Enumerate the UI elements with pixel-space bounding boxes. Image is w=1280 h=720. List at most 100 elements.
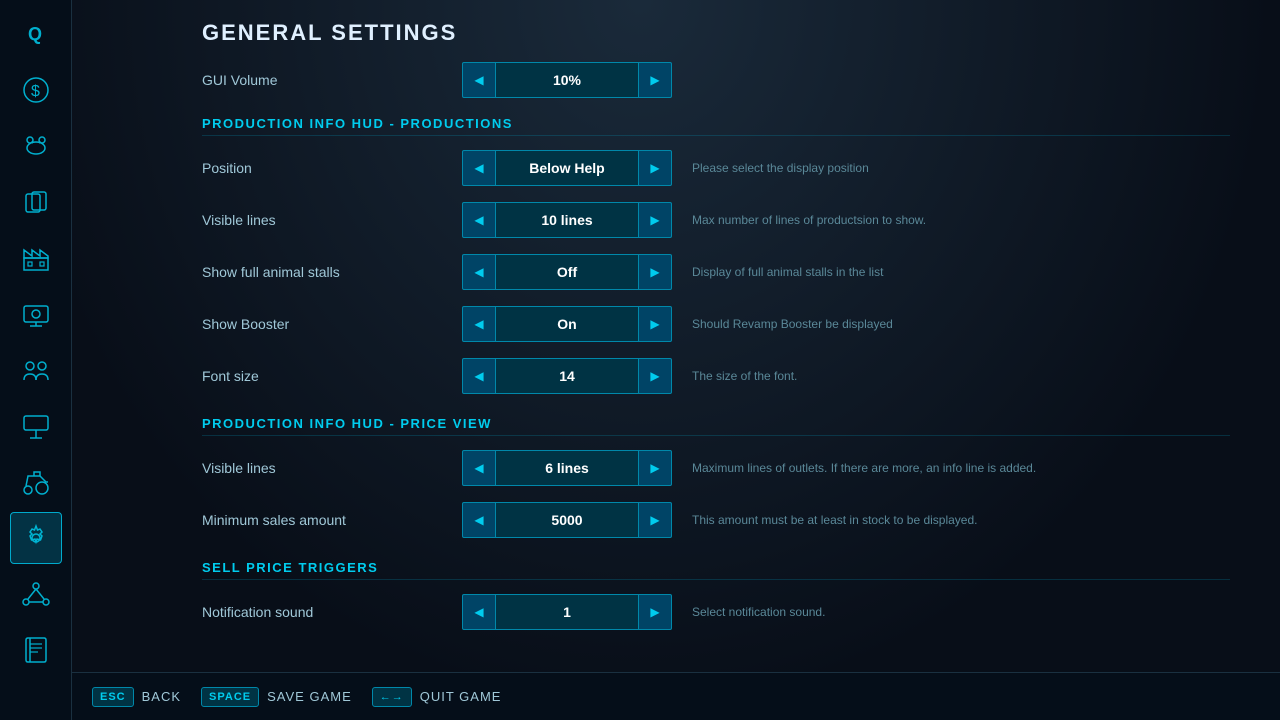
gui-volume-increase-button[interactable]: ▶ [638,62,672,98]
settings-icon [20,522,52,554]
show-booster-increase-button[interactable]: ▶ [638,306,672,342]
position-label: Position [202,160,462,176]
font-size-label: Font size [202,368,462,384]
position-description: Please select the display position [692,161,1230,175]
visible-lines-description: Max number of lines of productsion to sh… [692,213,1230,227]
font-size-decrease-button[interactable]: ◀ [462,358,496,394]
save-game-button[interactable]: SPACE SAVE GAME [201,687,352,707]
sidebar-item-q[interactable]: Q [10,8,62,60]
notification-sound-label: Notification sound [202,604,462,620]
arrow-right-icon: ▶ [650,317,659,331]
space-key-badge: SPACE [201,687,259,707]
notification-sound-row: Notification sound ◀ 1 ▶ Select notifica… [202,590,1230,634]
show-booster-description: Should Revamp Booster be displayed [692,317,1230,331]
arrow-right-icon: ▶ [650,461,659,475]
esc-key-badge: ESC [92,687,134,707]
arrow-right-icon: ▶ [650,605,659,619]
section-header-sell-price: SELL PRICE TRIGGERS [202,560,1230,580]
gui-volume-decrease-button[interactable]: ◀ [462,62,496,98]
arrow-right-icon: ▶ [650,73,659,87]
visible-lines-price-decrease-button[interactable]: ◀ [462,450,496,486]
gui-volume-control: ◀ 10% ▶ [462,62,672,98]
arrow-left-icon: ◀ [474,513,483,527]
gui-volume-value: 10% [496,62,638,98]
sidebar-item-factory[interactable] [10,232,62,284]
sidebar-item-settings[interactable] [10,512,62,564]
sidebar-item-animals[interactable] [10,120,62,172]
animal-stalls-description: Display of full animal stalls in the lis… [692,265,1230,279]
visible-lines-label: Visible lines [202,212,462,228]
back-button[interactable]: ESC BACK [92,687,181,707]
arrow-left-icon: ◀ [474,265,483,279]
sidebar: Q $ [0,0,72,720]
visible-lines-increase-button[interactable]: ▶ [638,202,672,238]
visible-lines-price-increase-button[interactable]: ▶ [638,450,672,486]
back-label: BACK [142,689,181,704]
min-sales-increase-button[interactable]: ▶ [638,502,672,538]
show-booster-decrease-button[interactable]: ◀ [462,306,496,342]
position-row: Position ◀ Below Help ▶ Please select th… [202,146,1230,190]
animal-stalls-value: Off [496,254,638,290]
sidebar-item-network[interactable] [10,568,62,620]
arrow-left-icon: ◀ [474,161,483,175]
sidebar-item-dollar[interactable]: $ [10,64,62,116]
show-booster-control: ◀ On ▶ [462,306,672,342]
bottom-bar: ESC BACK SPACE SAVE GAME ←→ QUIT GAME [72,672,1280,720]
quit-game-button[interactable]: ←→ QUIT GAME [372,687,502,707]
q-icon: Q [20,18,52,50]
dollar-icon: $ [20,74,52,106]
font-size-increase-button[interactable]: ▶ [638,358,672,394]
sidebar-item-billboard[interactable] [10,400,62,452]
position-increase-button[interactable]: ▶ [638,150,672,186]
min-sales-row: Minimum sales amount ◀ 5000 ▶ This amoun… [202,498,1230,542]
arrow-right-icon: ▶ [650,161,659,175]
arrow-right-icon: ▶ [650,213,659,227]
visible-lines-price-label: Visible lines [202,460,462,476]
visible-lines-price-row: Visible lines ◀ 6 lines ▶ Maximum lines … [202,446,1230,490]
section-header-productions: PRODUCTION INFO HUD - PRODUCTIONS [202,116,1230,136]
sidebar-item-cards[interactable] [10,176,62,228]
animal-stalls-label: Show full animal stalls [202,264,462,280]
notification-sound-control: ◀ 1 ▶ [462,594,672,630]
notification-sound-increase-button[interactable]: ▶ [638,594,672,630]
position-decrease-button[interactable]: ◀ [462,150,496,186]
min-sales-control: ◀ 5000 ▶ [462,502,672,538]
sidebar-item-tractor[interactable] [10,456,62,508]
visible-lines-control: ◀ 10 lines ▶ [462,202,672,238]
page-title: GENERAL SETTINGS [202,20,1250,46]
font-size-row: Font size ◀ 14 ▶ The size of the font. [202,354,1230,398]
min-sales-description: This amount must be at least in stock to… [692,513,1230,527]
section-header-price-view: PRODUCTION INFO HUD - PRICE VIEW [202,416,1230,436]
notification-sound-decrease-button[interactable]: ◀ [462,594,496,630]
quit-game-label: QUIT GAME [420,689,502,704]
sidebar-item-book[interactable] [10,624,62,676]
sidebar-item-team[interactable] [10,344,62,396]
font-size-value: 14 [496,358,638,394]
animal-stalls-increase-button[interactable]: ▶ [638,254,672,290]
visible-lines-value: 10 lines [496,202,638,238]
animal-stalls-control: ◀ Off ▶ [462,254,672,290]
animal-stalls-decrease-button[interactable]: ◀ [462,254,496,290]
min-sales-value: 5000 [496,502,638,538]
tractor-icon [20,466,52,498]
min-sales-decrease-button[interactable]: ◀ [462,502,496,538]
position-control: ◀ Below Help ▶ [462,150,672,186]
save-game-label: SAVE GAME [267,689,352,704]
notification-sound-value: 1 [496,594,638,630]
arrow-key-badge: ←→ [372,687,412,707]
settings-container[interactable]: GUI Volume ◀ 10% ▶ PRODUCTION INFO HUD -… [202,62,1250,644]
arrow-left-icon: ◀ [474,213,483,227]
arrow-right-icon: ▶ [650,513,659,527]
arrow-left-icon: ◀ [474,73,483,87]
sidebar-item-camera[interactable] [10,288,62,340]
animal-stalls-row: Show full animal stalls ◀ Off ▶ Display … [202,250,1230,294]
arrow-left-icon: ◀ [474,317,483,331]
notification-sound-description: Select notification sound. [692,605,1230,619]
billboard-icon [20,410,52,442]
book-icon [20,634,52,666]
gui-volume-label: GUI Volume [202,72,462,88]
font-size-control: ◀ 14 ▶ [462,358,672,394]
visible-lines-decrease-button[interactable]: ◀ [462,202,496,238]
show-booster-row: Show Booster ◀ On ▶ Should Revamp Booste… [202,302,1230,346]
svg-text:Q: Q [28,24,42,44]
